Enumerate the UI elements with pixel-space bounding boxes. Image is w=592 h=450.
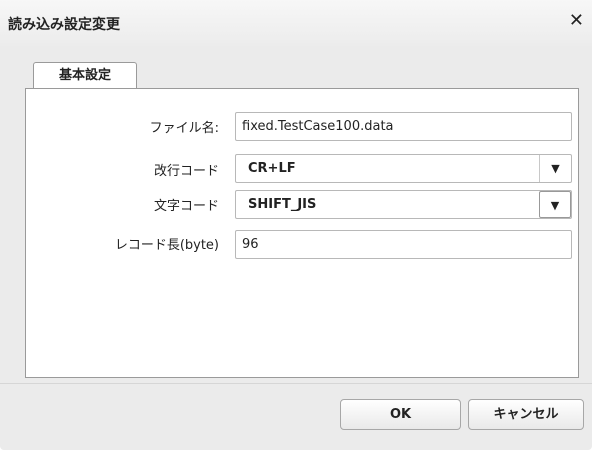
- record-length-input[interactable]: 96: [235, 230, 572, 259]
- dialog-titlebar: 読み込み設定変更 ✕: [0, 0, 592, 46]
- chevron-down-icon[interactable]: ▼: [539, 191, 571, 218]
- record-length-label: レコード長(byte): [114, 238, 219, 253]
- char-code-value: SHIFT_JIS: [248, 197, 317, 212]
- ok-button[interactable]: OK: [340, 399, 461, 430]
- tab-bar: 基本設定: [25, 56, 579, 89]
- settings-dialog: 読み込み設定変更 ✕ 基本設定 ファイル名: fixed.TestCase100…: [0, 0, 592, 450]
- newline-code-label: 改行コード: [153, 164, 219, 179]
- newline-code-select[interactable]: CR+LF ▼: [235, 154, 572, 183]
- char-code-label: 文字コード: [153, 199, 219, 214]
- dialog-title: 読み込み設定変更: [8, 17, 120, 33]
- tab-basic-settings[interactable]: 基本設定: [33, 62, 137, 89]
- char-code-select[interactable]: SHIFT_JIS ▼: [235, 190, 572, 219]
- close-icon[interactable]: ✕: [569, 12, 584, 30]
- tab-panel: 基本設定 ファイル名: fixed.TestCase100.data 改行コード…: [25, 56, 579, 378]
- footer-divider: [0, 383, 592, 384]
- file-name-label: ファイル名:: [149, 121, 219, 136]
- chevron-down-icon[interactable]: ▼: [539, 155, 571, 182]
- record-length-value: 96: [242, 237, 259, 252]
- cancel-button[interactable]: キャンセル: [468, 399, 584, 430]
- file-name-value: fixed.TestCase100.data: [242, 119, 394, 134]
- newline-code-value: CR+LF: [248, 161, 296, 176]
- file-name-input[interactable]: fixed.TestCase100.data: [235, 112, 572, 141]
- tab-content: ファイル名: fixed.TestCase100.data 改行コード CR+L…: [25, 88, 579, 378]
